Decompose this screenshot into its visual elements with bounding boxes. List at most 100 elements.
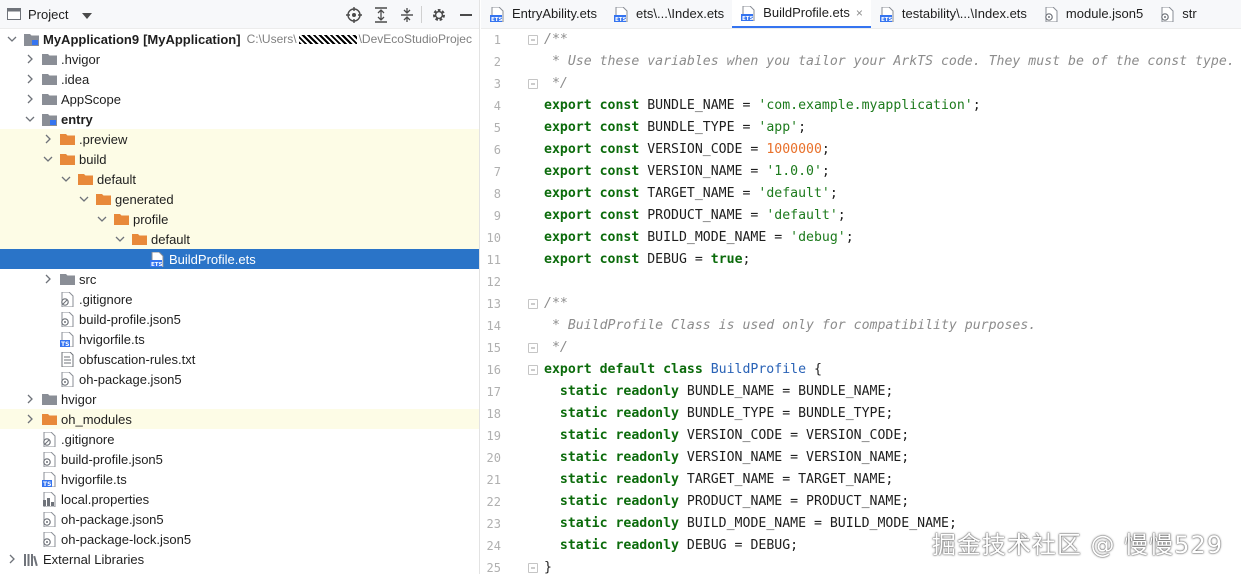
tree-item[interactable]: .hvigor	[0, 49, 479, 69]
gear-icon[interactable]	[430, 6, 448, 24]
tree-item[interactable]: oh-package.json5	[0, 369, 479, 389]
editor-tab[interactable]: ETS EntryAbility.ets	[481, 0, 605, 28]
line-number: 23	[486, 517, 501, 531]
chevron-right-icon[interactable]	[42, 133, 54, 145]
ets-file-icon: ETS	[490, 6, 506, 22]
expand-all-icon[interactable]	[372, 6, 390, 24]
tree-item[interactable]: .gitignore	[0, 289, 479, 309]
line-number: 17	[486, 385, 501, 399]
fold-marker-icon[interactable]	[528, 35, 538, 45]
tree-item[interactable]: TS hvigorfile.ts	[0, 469, 479, 489]
editor-tab[interactable]: str	[1151, 0, 1204, 28]
code-token: export const	[544, 230, 648, 245]
chevron-down-icon[interactable]	[114, 233, 126, 245]
project-view-selector[interactable]: Project	[28, 7, 68, 22]
ets-file-icon: ETS	[741, 5, 757, 21]
tree-item[interactable]: oh_modules	[0, 409, 479, 429]
line-number: 15	[486, 341, 501, 355]
chevron-down-icon[interactable]	[60, 173, 72, 185]
line-number: 13	[486, 297, 501, 311]
tree-item-label: AppScope	[61, 91, 121, 107]
code-token: * BuildProfile Class is used only for co…	[544, 318, 1037, 333]
line-number: 10	[486, 231, 501, 245]
chevron-down-icon[interactable]	[24, 113, 36, 125]
chevron-right-icon[interactable]	[24, 53, 36, 65]
tree-item[interactable]: local.properties	[0, 489, 479, 509]
close-icon[interactable]: ×	[856, 6, 863, 20]
code-token: BuildProfile	[710, 362, 807, 377]
code-token: ;	[885, 472, 894, 487]
tree-item[interactable]: AppScope	[0, 89, 479, 109]
tree-item[interactable]: src	[0, 269, 479, 289]
editor-tab[interactable]: ETS testability\...\Index.ets	[871, 0, 1035, 28]
line-number: 8	[493, 187, 501, 201]
code-token: ;	[972, 98, 981, 113]
code-line: */	[544, 337, 568, 359]
target-icon[interactable]	[345, 6, 363, 24]
editor-tab[interactable]: ETS BuildProfile.ets ×	[732, 0, 871, 28]
tree-item[interactable]: External Libraries	[0, 549, 479, 569]
chevron-down-icon[interactable]	[42, 153, 54, 165]
tree-item[interactable]: oh-package-lock.json5	[0, 529, 479, 549]
editor-tab[interactable]: ETS ets\...\Index.ets	[605, 0, 732, 28]
json-file-icon	[59, 371, 75, 387]
properties-file-icon	[41, 491, 57, 507]
collapse-all-icon[interactable]	[398, 6, 416, 24]
editor-tab[interactable]: module.json5	[1035, 0, 1151, 28]
chevron-right-icon[interactable]	[42, 273, 54, 285]
project-path-end: \DevEcoStudioProjec	[358, 32, 472, 46]
tree-item[interactable]: build	[0, 149, 479, 169]
code-token: BUNDLE_NAME = BUNDLE_NAME	[686, 384, 886, 399]
chevron-right-icon[interactable]	[24, 93, 36, 105]
code-token: static readonly	[544, 516, 687, 531]
chevron-down-icon[interactable]	[82, 7, 93, 22]
tree-item[interactable]: oh-package.json5	[0, 509, 479, 529]
tree-item[interactable]: hvigor	[0, 389, 479, 409]
code-token: ;	[790, 538, 799, 553]
tree-item[interactable]: profile	[0, 209, 479, 229]
tree-item[interactable]: default	[0, 229, 479, 249]
editor-tab-label: str	[1182, 6, 1197, 21]
svg-text:ETS: ETS	[742, 16, 754, 21]
code-token: static readonly	[544, 406, 687, 421]
chevron-down-icon[interactable]	[6, 33, 18, 45]
chevron-right-icon[interactable]	[24, 73, 36, 85]
fold-end-icon[interactable]	[528, 79, 538, 89]
tree-item[interactable]: build-profile.json5	[0, 449, 479, 469]
tree-item-label: oh-package.json5	[79, 371, 182, 387]
code-token: PRODUCT_NAME = PRODUCT_NAME	[686, 494, 902, 509]
minimize-icon[interactable]	[457, 6, 475, 24]
chevron-right-icon[interactable]	[24, 413, 36, 425]
tree-item-label: build	[79, 151, 107, 167]
ets-file-icon: ETS	[614, 6, 630, 22]
tree-item[interactable]: default	[0, 169, 479, 189]
tree-item[interactable]: .gitignore	[0, 429, 479, 449]
chevron-down-icon[interactable]	[78, 193, 90, 205]
chevron-right-icon[interactable]	[6, 553, 18, 565]
tree-item[interactable]: obfuscation-rules.txt	[0, 349, 479, 369]
tree-item[interactable]: MyApplication9 [MyApplication] C:\Users\ \D…	[0, 29, 479, 49]
tree-item-label: profile	[133, 211, 169, 227]
folder-gray-icon	[41, 51, 57, 67]
tree-item[interactable]: .idea	[0, 69, 479, 89]
code-line: export default class BuildProfile {	[544, 359, 822, 381]
fold-end-icon[interactable]	[528, 343, 538, 353]
tree-item[interactable]: entry	[0, 109, 479, 129]
fold-marker-icon[interactable]	[528, 365, 538, 375]
chevron-right-icon[interactable]	[24, 393, 36, 405]
chevron-down-icon[interactable]	[96, 213, 108, 225]
code-line: static readonly VERSION_NAME = VERSION_N…	[544, 447, 909, 469]
code-token: ;	[901, 450, 910, 465]
tree-item[interactable]: TS hvigorfile.ts	[0, 329, 479, 349]
tree-item[interactable]: .preview	[0, 129, 479, 149]
code-line: export const DEBUG = true;	[544, 249, 750, 271]
code-token: DEBUG = DEBUG	[686, 538, 791, 553]
fold-marker-icon[interactable]	[528, 299, 538, 309]
fold-end-icon[interactable]	[528, 563, 538, 573]
tree-item[interactable]: ETS BuildProfile.ets	[0, 249, 479, 269]
tree-item[interactable]: build-profile.json5	[0, 309, 479, 329]
code-line: static readonly BUILD_MODE_NAME = BUILD_…	[544, 513, 957, 535]
tree-item-label: build-profile.json5	[61, 451, 163, 467]
tree-item[interactable]: generated	[0, 189, 479, 209]
